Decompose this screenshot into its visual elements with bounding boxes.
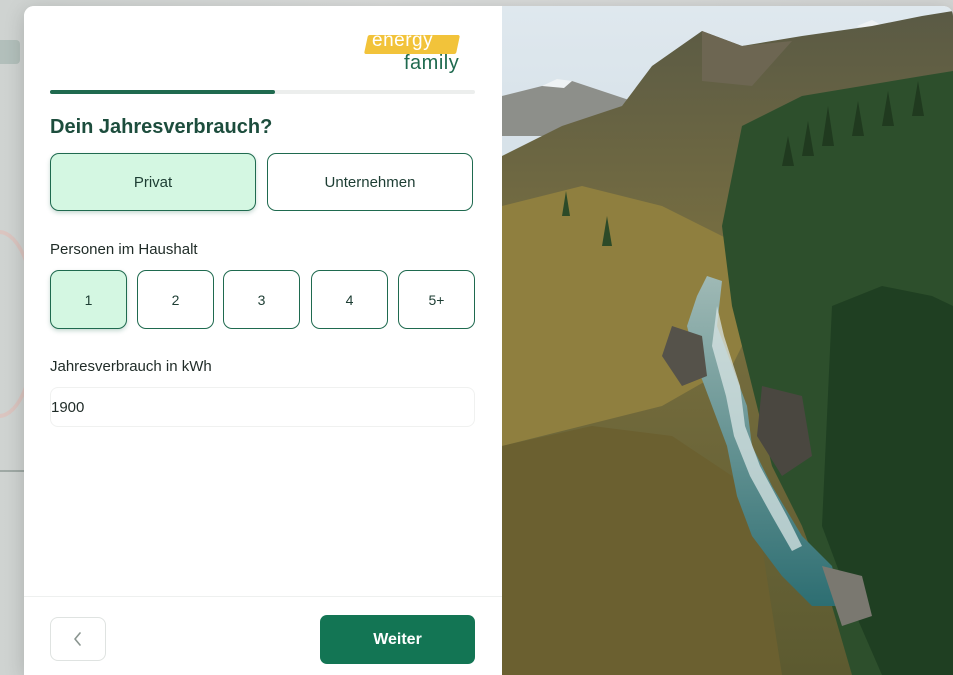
footer-divider (24, 596, 502, 597)
next-button-label: Weiter (373, 630, 422, 648)
energy-family-logo: energy family (363, 28, 479, 78)
progress-bar (50, 90, 475, 94)
logo-text-energy: energy (372, 30, 434, 51)
persons-3-button[interactable]: 3 (223, 270, 300, 329)
persons-option-label: 3 (257, 291, 266, 308)
persons-5plus-button[interactable]: 5+ (398, 270, 475, 329)
persons-option-label: 2 (171, 291, 180, 308)
option-label: Privat (133, 173, 173, 191)
persons-1-button[interactable]: 1 (50, 270, 127, 329)
landscape-illustration (502, 6, 953, 675)
consumption-label: Jahresverbrauch in kWh (50, 358, 212, 375)
next-button[interactable]: Weiter (320, 615, 475, 664)
background-shape (0, 470, 25, 472)
persons-option-label: 1 (84, 291, 93, 308)
option-privat-button[interactable]: Privat (50, 153, 256, 211)
logo-text-family: family (404, 52, 460, 74)
option-unternehmen-button[interactable]: Unternehmen (267, 153, 473, 211)
persons-4-button[interactable]: 4 (311, 270, 388, 329)
page-title: Dein Jahresverbrauch? (50, 116, 273, 138)
persons-2-button[interactable]: 2 (137, 270, 214, 329)
persons-label: Personen im Haushalt (50, 241, 198, 258)
persons-option-label: 5+ (428, 291, 445, 308)
form-panel: energy family Dein Jahresverbrauch? Priv… (24, 6, 502, 675)
consumption-input[interactable] (50, 387, 475, 427)
progress-fill (50, 90, 276, 94)
persons-option-label: 4 (345, 291, 354, 308)
back-button[interactable] (50, 617, 106, 661)
onboarding-modal: energy family Dein Jahresverbrauch? Priv… (24, 6, 953, 675)
chevron-left-icon (74, 632, 81, 646)
option-label: Unternehmen (324, 173, 416, 191)
background-shape (0, 40, 20, 64)
mountain-valley-river-photo (502, 6, 953, 675)
